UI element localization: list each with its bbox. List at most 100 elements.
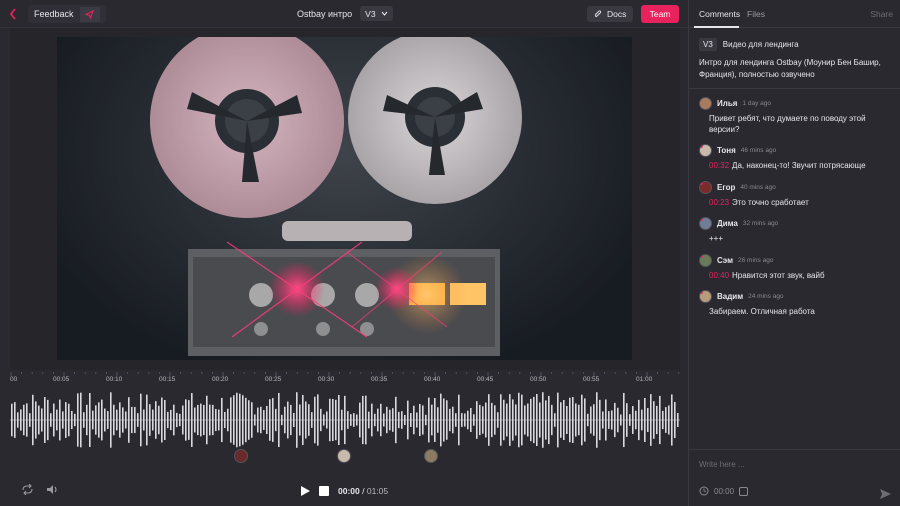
unread-dot [700,144,703,148]
ruler-label: 00:35 [371,376,388,383]
ruler-label: 00:10 [106,376,123,383]
tape-recorder-image [57,37,632,360]
tab-comments[interactable]: Comments [699,9,740,19]
comment-text: +++ [709,234,724,243]
video-area [10,28,680,370]
comment-time: 40 mins ago [740,183,776,191]
feedback-button[interactable]: Feedback [28,5,106,23]
panel-tabs: Comments Files Share [689,0,900,28]
version-tag: V3 [699,38,717,51]
comment-item[interactable]: Тоня 46 mins ago 00:32 Да, наконец-то! Зв… [699,143,895,171]
player-controls: 00:00 / 01:05 [10,476,680,506]
ruler-label: 00:20 [212,376,229,383]
send-button[interactable] [880,486,891,504]
stop-icon [319,486,329,496]
comment-item[interactable]: Дима 32 mins ago +++ [699,216,895,244]
comment-marker-avatar[interactable] [337,449,351,463]
comment-timestamp[interactable]: 00:32 [709,161,729,170]
comment-item[interactable]: Вадим 24 mins ago Забираем. Отличная раб… [699,289,895,317]
send-icon[interactable] [79,6,100,22]
ruler-label: 00:15 [159,376,176,383]
avatar [699,216,712,230]
comment-time: 46 mins ago [740,146,777,154]
comment-text: Это точно сработает [732,198,809,207]
comment-item[interactable]: Илья 1 day ago Привет ребят, что думаете… [699,96,895,135]
comment-time: 26 mins ago [738,256,774,264]
current-time: 00:00 [338,486,360,496]
tab-files[interactable]: Files [747,9,765,19]
ruler-label: 00:45 [477,376,494,383]
playback-time: 00:00 / 01:05 [338,486,388,496]
project-title: Ostbay интро [297,8,353,19]
send-icon [880,489,891,499]
comment-author: Вадим [717,291,744,301]
docs-label: Docs [607,9,627,19]
avatar [699,289,712,303]
top-bar: Feedback Ostbay интро V3 Docs Team [0,0,688,28]
comment-time: 24 mins ago [748,292,784,300]
comment-time: 32 mins ago [742,219,779,227]
comment-author: Тоня [717,145,736,155]
comment-timestamp[interactable]: 00:40 [709,271,729,280]
avatar [699,96,712,110]
comment-marker-avatar[interactable] [424,449,438,463]
docs-button[interactable]: Docs [587,6,634,22]
version-description: Интро для лендинга Ostbay (Моунир Бен Ба… [699,58,881,79]
comment-time: 1 day ago [742,99,771,107]
video-frame[interactable] [57,37,632,360]
play-icon [301,486,310,496]
avatar [699,143,712,157]
share-button[interactable]: Share [870,9,893,19]
comment-composer: Write here ... 00:00 [689,449,900,506]
volume-icon [47,485,57,494]
volume-button[interactable] [46,484,59,495]
version-title: Видео для лендинга [722,40,799,49]
comment-item[interactable]: Егор 40 mins ago 00:23 Это точно сработае… [699,180,895,208]
avatar [699,253,712,267]
unread-dot [700,254,703,258]
version-info: V3 Видео для лендинга [699,38,799,51]
audio-waveform[interactable] [10,388,680,463]
chevron-left-icon [9,8,16,20]
ruler-label: 00:40 [424,376,441,383]
version-label: V3 [365,8,376,19]
ruler-label: 00:25 [265,376,282,383]
ruler-label: 01:00 [636,376,653,383]
comment-text: Забираем. Отличная работа [709,307,815,316]
comment-author: Илья [717,98,738,108]
play-button[interactable] [300,485,311,497]
comment-text: Нравится этот звук, вайб [732,271,825,280]
clock-icon [699,486,709,496]
unread-dot [700,290,703,294]
loop-button[interactable] [21,484,34,495]
time-separator: / [359,486,367,496]
feedback-label: Feedback [34,9,74,19]
comment-item[interactable]: Сэм 26 mins ago 00:40 Нравится этот звук,… [699,253,895,281]
comment-timestamp[interactable]: 00:23 [709,198,729,207]
comment-marker-avatar[interactable] [234,449,248,463]
comment-author: Егор [717,182,736,192]
ruler-label: 00:05 [53,376,70,383]
attach-time-checkbox[interactable] [739,486,749,496]
avatar [699,180,712,194]
loop-icon [22,484,33,495]
active-tab-indicator [694,26,739,28]
ruler-label: 00 [10,376,18,383]
ruler-label: 00:30 [318,376,335,383]
unread-dot [700,181,703,185]
comment-author: Дима [717,218,738,228]
stop-button[interactable] [319,486,329,496]
chevron-down-icon [381,11,387,16]
back-button[interactable] [4,4,22,24]
team-button[interactable]: Team [641,5,679,23]
comment-text: Да, наконец-то! Звучит потрясающе [732,161,866,170]
duration: 01:05 [366,486,389,496]
paperclip-icon [594,9,602,17]
comment-text: Привет ребят, что думаете по поводу этой… [709,114,866,134]
composer-time: 00:00 [714,486,735,496]
comment-input[interactable]: Write here ... [699,460,745,469]
version-select[interactable]: V3 [360,6,393,21]
unread-dot [700,217,703,221]
timeline-ruler[interactable]: 00 00:05 00:10 00:15 00:20 00:25 00:30 00:35 00:… [10,372,680,388]
team-label: Team [649,9,671,19]
